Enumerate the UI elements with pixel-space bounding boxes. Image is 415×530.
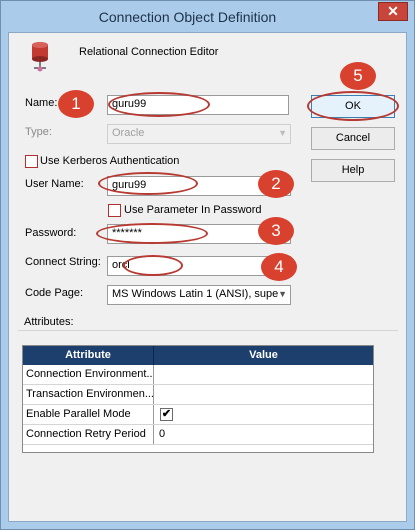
code-page-value: MS Windows Latin 1 (ANSI), supe (112, 288, 279, 300)
column-header-value: Value (249, 349, 278, 361)
username-label: User Name: (25, 178, 84, 190)
chevron-down-icon: ▼ (278, 128, 287, 138)
column-header-attribute: Attribute (23, 346, 154, 365)
callout-badge-2: 2 (258, 170, 294, 198)
chevron-down-icon: ▼ (278, 289, 287, 299)
parallel-mode-checkbox[interactable]: ✔ (160, 408, 173, 421)
attribute-name: Enable Parallel Mode (23, 405, 154, 424)
table-row[interactable]: Transaction Environmen... (23, 385, 373, 405)
connect-string-label: Connect String: (25, 256, 101, 268)
close-button[interactable]: ✕ (378, 2, 408, 21)
database-icon (32, 42, 48, 72)
password-label: Password: (25, 227, 77, 239)
grid-header: Attribute Value (23, 346, 373, 365)
callout-badge-1: 1 (58, 90, 94, 118)
name-highlight-ring (108, 92, 210, 117)
attribute-value-cell: ✔ (154, 405, 373, 424)
code-page-select[interactable]: MS Windows Latin 1 (ANSI), supe ▼ (107, 285, 291, 305)
type-label: Type: (25, 126, 52, 138)
param-password-label: Use Parameter In Password (124, 204, 262, 216)
window-title: Connection Object Definition (98, 9, 277, 25)
kerberos-label: Use Kerberos Authentication (40, 155, 180, 167)
editor-label: Relational Connection Editor (79, 46, 219, 58)
attribute-value[interactable] (154, 385, 373, 404)
attributes-heading: Attributes: (24, 316, 74, 328)
code-page-label: Code Page: (25, 287, 84, 299)
kerberos-checkbox[interactable] (25, 155, 38, 168)
attribute-name: Connection Environment... (23, 365, 154, 384)
attribute-value[interactable] (154, 365, 373, 384)
type-select[interactable]: Oracle ▼ (107, 124, 291, 144)
callout-badge-4: 4 (261, 253, 297, 281)
attribute-name: Transaction Environmen... (23, 385, 154, 404)
divider (18, 330, 398, 331)
attribute-value[interactable]: 0 (154, 425, 373, 444)
type-value: Oracle (112, 127, 145, 139)
callout-badge-3: 3 (258, 217, 294, 245)
attribute-name: Connection Retry Period (23, 425, 154, 444)
name-label: Name: (25, 97, 58, 109)
callout-badge-5: 5 (340, 62, 376, 90)
ok-highlight-ring (307, 91, 399, 121)
table-row[interactable]: Enable Parallel Mode ✔ (23, 405, 373, 425)
cancel-button[interactable]: Cancel (311, 127, 395, 150)
password-highlight-ring (96, 223, 208, 244)
attributes-grid: Attribute Value Connection Environment..… (22, 345, 374, 453)
title-bar[interactable]: Connection Object Definition ✕ (1, 1, 414, 32)
username-highlight-ring (98, 172, 198, 195)
table-row[interactable]: Connection Retry Period 0 (23, 425, 373, 445)
param-password-checkbox[interactable] (108, 204, 121, 217)
help-button[interactable]: Help (311, 159, 395, 182)
connect-string-highlight-ring (123, 255, 183, 276)
table-row[interactable]: Connection Environment... (23, 365, 373, 385)
